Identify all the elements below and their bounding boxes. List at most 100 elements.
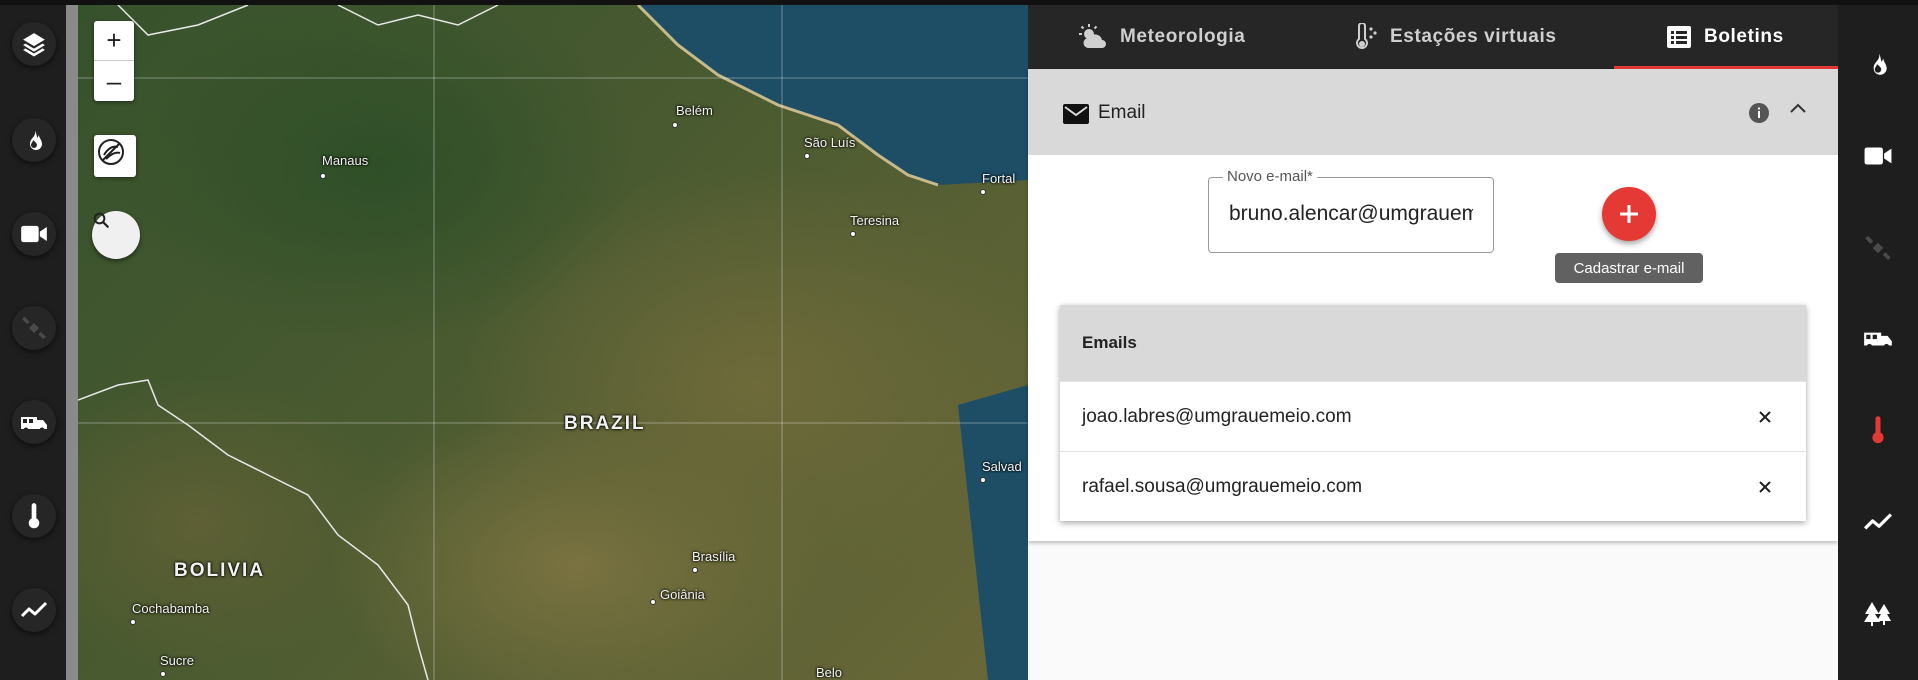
city-label-salvador: Salvad [982, 459, 1022, 474]
tab-estacoes-virtuais[interactable]: Estações virtuais [1352, 5, 1557, 69]
tab-bar: Meteorologia Estações virtuais Boletins [1028, 5, 1838, 69]
ocean-area [638, 5, 1028, 185]
temperature-layer-button[interactable] [1860, 412, 1896, 448]
new-email-field: Novo e-mail* [1208, 168, 1494, 253]
delete-email-button[interactable] [1754, 406, 1776, 428]
fire-button[interactable] [12, 118, 56, 162]
delete-email-button[interactable] [1754, 476, 1776, 498]
top-bar [0, 0, 1918, 5]
city-label-sao-luis: São Luís [804, 135, 856, 150]
email-cell: rafael.sousa@umgrauemeio.com [1082, 475, 1363, 497]
add-email-button[interactable] [1602, 187, 1656, 241]
trending-line-icon [20, 601, 48, 618]
firetruck-icon [21, 417, 47, 433]
city-label-belo: Belo [816, 665, 843, 680]
forest-layer-button[interactable] [1860, 596, 1896, 632]
emails-table-header: Emails [1060, 305, 1806, 381]
left-sidebar [0, 0, 66, 680]
trees-icon [1864, 602, 1891, 626]
city-dot [804, 153, 810, 159]
satellite-map[interactable]: Belém São Luís Manaus Fortal Teresina BR… [78, 5, 1028, 680]
chart-button[interactable] [12, 588, 56, 632]
firetruck-icon [1864, 332, 1892, 350]
city-label-brasilia: Brasília [692, 549, 736, 564]
email-card-title: Email [1098, 102, 1146, 123]
border-line [337, 5, 499, 26]
tab-label: Boletins [1704, 26, 1784, 47]
fire-icon [1873, 53, 1887, 75]
emails-table: Emails joao.labres@umgrauemeio.com rafae… [1060, 305, 1806, 521]
firetruck-layer-button[interactable] [1860, 320, 1896, 356]
email-card: Email Novo e-mail* Cadastrar e-mail Emai… [1028, 69, 1838, 541]
thermometer-button[interactable] [12, 494, 56, 538]
ocean-area-south [958, 385, 1028, 680]
map-search-button[interactable] [92, 211, 140, 259]
email-cell: joao.labres@umgrauemeio.com [1082, 405, 1352, 427]
thermometer-station-icon [1352, 23, 1378, 51]
city-dot [850, 231, 856, 237]
city-label-goiania: Goiânia [660, 587, 705, 602]
fire-layer-button[interactable] [1860, 46, 1896, 82]
city-label-sucre: Sucre [160, 653, 194, 668]
city-dot [692, 567, 698, 573]
city-label-cochabamba: Cochabamba [132, 601, 210, 616]
border-line [117, 5, 249, 36]
camera-layer-button[interactable] [1860, 138, 1896, 174]
new-email-input[interactable] [1229, 202, 1473, 226]
tab-meteorologia[interactable]: Meteorologia [1078, 5, 1245, 69]
country-label-bolivia: BOLIVIA [174, 560, 266, 581]
firetruck-button[interactable] [12, 400, 56, 444]
satellite-layer-button[interactable] [1860, 230, 1896, 266]
city-label-manaus: Manaus [322, 153, 369, 168]
city-dot [160, 671, 166, 677]
tab-label: Meteorologia [1120, 26, 1246, 47]
side-panel: Meteorologia Estações virtuais Boletins … [1028, 5, 1838, 680]
map-edge-strip [66, 0, 78, 680]
thermometer-icon [1872, 416, 1884, 444]
video-camera-icon [1864, 147, 1892, 165]
add-email-tooltip: Cadastrar e-mail [1555, 253, 1703, 283]
satellite-icon [1865, 235, 1891, 261]
city-dot [650, 599, 656, 605]
list-icon [1666, 25, 1692, 49]
border-line [78, 379, 429, 680]
satellite-button[interactable] [12, 306, 56, 350]
email-card-header[interactable]: Email [1028, 69, 1838, 155]
draw-tool-button[interactable] [94, 135, 136, 177]
thermometer-icon [28, 503, 40, 529]
layers-button[interactable] [12, 22, 56, 66]
satellite-icon [22, 316, 46, 340]
city-dot [320, 173, 326, 179]
city-label-fortaleza: Fortal [982, 171, 1016, 186]
city-dot [980, 477, 986, 483]
tab-label: Estações virtuais [1390, 26, 1557, 47]
table-row: joao.labres@umgrauemeio.com [1060, 381, 1806, 451]
layers-icon [23, 33, 45, 57]
new-email-label: Novo e-mail* [1223, 168, 1317, 185]
right-sidebar [1838, 0, 1918, 680]
chevron-up-icon[interactable] [1788, 101, 1808, 120]
trend-layer-button[interactable] [1860, 504, 1896, 540]
close-icon [1759, 411, 1771, 423]
mail-icon [1062, 103, 1090, 130]
country-label-brazil: BRAZIL [564, 413, 646, 434]
city-dot [672, 122, 678, 128]
zoom-in-button[interactable]: + [94, 21, 134, 61]
no-draw-icon [98, 139, 124, 165]
plus-icon [1620, 205, 1638, 223]
fire-icon [30, 130, 42, 150]
city-label-teresina: Teresina [850, 213, 900, 228]
trending-line-icon [1864, 513, 1892, 530]
zoom-control: + – [94, 21, 134, 101]
table-row: rafael.sousa@umgrauemeio.com [1060, 451, 1806, 521]
video-camera-icon [21, 225, 47, 243]
city-dot [130, 619, 136, 625]
info-icon[interactable] [1748, 102, 1770, 129]
search-icon [93, 212, 109, 228]
zoom-out-button[interactable]: – [94, 61, 134, 101]
tab-boletins[interactable]: Boletins [1666, 5, 1784, 69]
close-icon [1759, 481, 1771, 493]
city-label-belem: Belém [676, 103, 713, 118]
camera-button[interactable] [12, 212, 56, 256]
weather-icon [1078, 24, 1108, 50]
